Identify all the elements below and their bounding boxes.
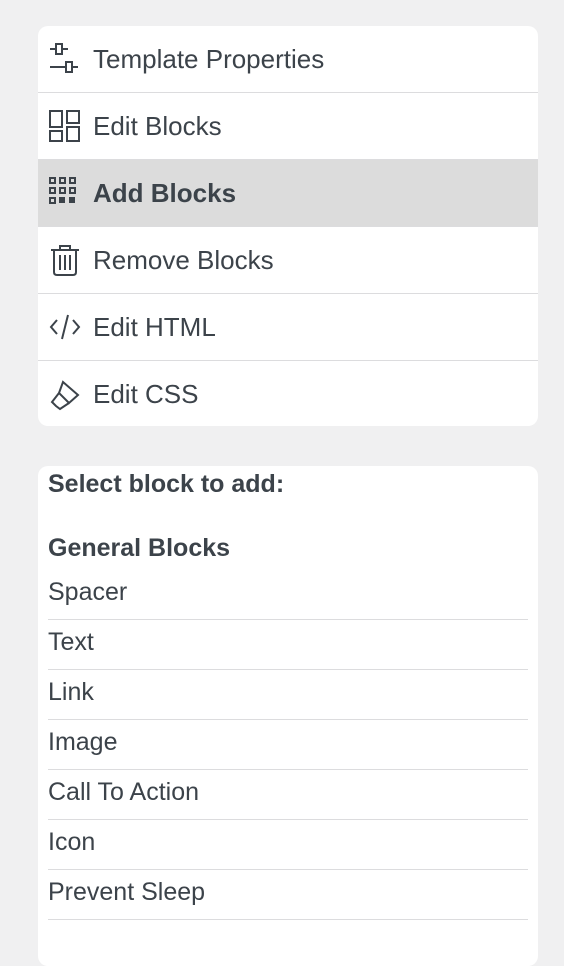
block-option-icon[interactable]: Icon (48, 820, 528, 870)
menu-item-label: Edit Blocks (93, 110, 222, 141)
menu-item-edit-html[interactable]: Edit HTML (38, 294, 538, 361)
block-option-link[interactable]: Link (48, 670, 528, 720)
sliders-icon (48, 42, 82, 76)
paint-brush-icon (48, 378, 82, 412)
menu-item-edit-css[interactable]: Edit CSS (38, 361, 538, 426)
grid-dots-icon (48, 176, 82, 210)
block-option-spacer[interactable]: Spacer (48, 570, 528, 620)
block-option-text[interactable]: Text (48, 620, 528, 670)
block-option-image[interactable]: Image (48, 720, 528, 770)
add-block-panel: Select block to add: General Blocks Spac… (38, 466, 538, 966)
menu-item-label: Add Blocks (93, 177, 237, 208)
menu-item-add-blocks[interactable]: Add Blocks (38, 160, 538, 227)
menu-item-edit-blocks[interactable]: Edit Blocks (38, 93, 538, 160)
code-icon (48, 310, 82, 344)
block-option-call-to-action[interactable]: Call To Action (48, 770, 528, 820)
block-option-prevent-sleep[interactable]: Prevent Sleep (48, 870, 528, 920)
menu-item-label: Remove Blocks (93, 244, 274, 275)
menu-item-template-properties[interactable]: Template Properties (38, 26, 538, 93)
block-list: Spacer Text Link Image Call To Action Ic… (48, 570, 528, 920)
trash-icon (48, 243, 82, 277)
menu-item-label: Edit CSS (93, 379, 199, 409)
section-title: General Blocks (48, 534, 231, 562)
layout-icon (48, 109, 82, 143)
menu-item-remove-blocks[interactable]: Remove Blocks (38, 227, 538, 294)
menu-item-label: Template Properties (93, 43, 325, 74)
panel-title: Select block to add: (48, 470, 285, 498)
menu-item-label: Edit HTML (93, 311, 216, 342)
editor-menu: Template Properties Edit Blocks Add Bloc… (38, 26, 538, 426)
